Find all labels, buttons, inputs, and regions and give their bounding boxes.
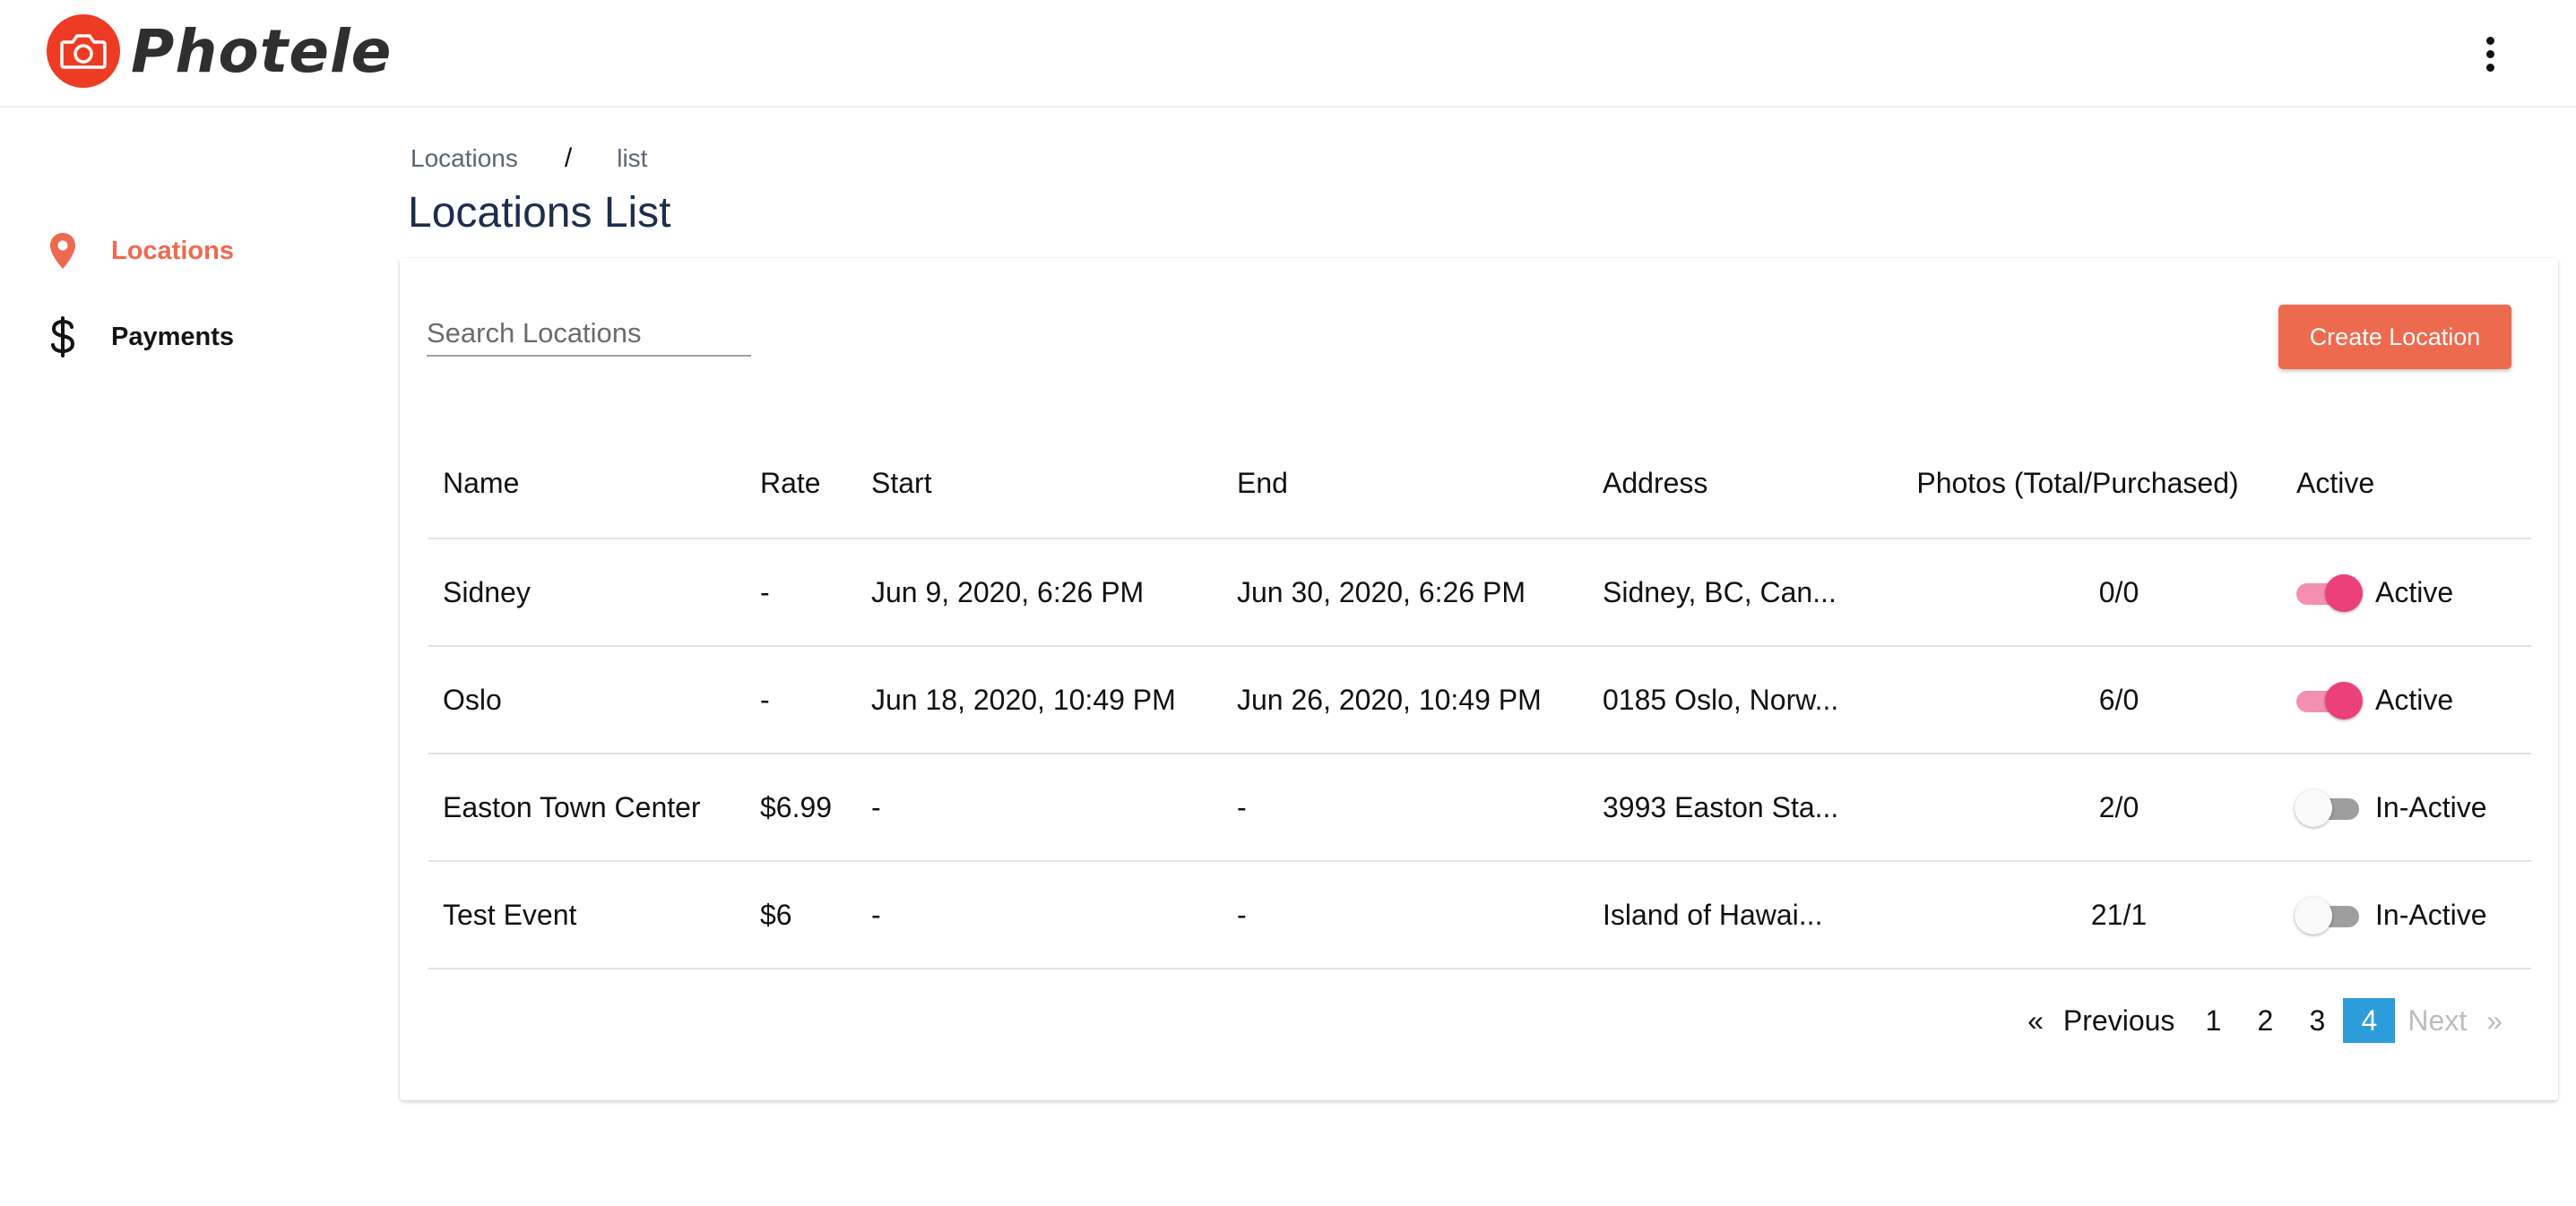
table-row[interactable]: Oslo - Jun 18, 2020, 10:49 PM Jun 26, 20…	[428, 647, 2531, 754]
next-label: Next	[2407, 1004, 2468, 1037]
active-toggle[interactable]	[2295, 789, 2361, 827]
cell-end: Jun 26, 2020, 10:49 PM	[1237, 683, 1542, 716]
more-options-icon[interactable]	[2472, 27, 2508, 81]
page-title: Locations List	[408, 189, 671, 237]
active-status-label: Active	[2375, 683, 2454, 716]
active-status-label: In-Active	[2375, 790, 2487, 823]
cell-rate: -	[760, 683, 770, 716]
double-chevron-right-icon: »	[2486, 1004, 2503, 1037]
cell-active: Active	[2296, 539, 2453, 645]
sidebar-item-payments[interactable]: Payments	[45, 315, 234, 358]
active-toggle[interactable]	[2296, 574, 2363, 612]
page-button-1[interactable]: 1	[2187, 998, 2239, 1043]
search-field	[427, 312, 751, 357]
cell-photos: 21/1	[2090, 898, 2148, 931]
locations-card: Create Location Name Rate Start End Addr…	[400, 258, 2558, 1100]
page-button-2[interactable]: 2	[2239, 998, 2291, 1043]
app-logo[interactable]: Photele	[47, 14, 392, 88]
table-row[interactable]: Easton Town Center $6.99 - - 3993 Easton…	[428, 754, 2531, 862]
column-header-photos[interactable]: Photos (Total/Purchased)	[1893, 428, 2262, 538]
sidebar-item-locations[interactable]: Locations	[45, 229, 234, 272]
page-button-4[interactable]: 4	[2343, 998, 2396, 1043]
double-chevron-left-icon: «	[2027, 1004, 2044, 1037]
cell-name: Easton Town Center	[443, 790, 701, 823]
column-header-end[interactable]: End	[1237, 428, 1288, 538]
cell-photos: 0/0	[2098, 575, 2139, 608]
camera-icon	[47, 14, 120, 88]
next-page-button[interactable]: Next »	[2395, 998, 2515, 1043]
column-header-address[interactable]: Address	[1603, 428, 1707, 538]
cell-end: Jun 30, 2020, 6:26 PM	[1237, 575, 1526, 608]
cell-address: Island of Hawai...	[1603, 898, 1823, 931]
sidebar-item-label: Payments	[111, 322, 235, 351]
active-status-label: Active	[2375, 575, 2454, 608]
search-input[interactable]	[427, 312, 751, 355]
cell-name: Oslo	[443, 683, 502, 716]
cell-rate: $6	[760, 898, 792, 931]
cell-start: -	[871, 790, 881, 823]
breadcrumb: Locations / list	[411, 143, 647, 174]
cell-active: Active	[2296, 647, 2453, 753]
cell-name: Sidney	[443, 575, 531, 608]
table-row[interactable]: Sidney - Jun 9, 2020, 6:26 PM Jun 30, 20…	[428, 539, 2531, 647]
cell-name: Test Event	[443, 898, 577, 931]
cell-photos: 6/0	[2098, 683, 2139, 716]
cell-active: In-Active	[2295, 862, 2487, 968]
cell-end: -	[1237, 790, 1247, 823]
breadcrumb-root-link[interactable]: Locations	[411, 144, 518, 173]
dollar-icon	[45, 315, 81, 358]
previous-page-button[interactable]: « Previous	[2015, 998, 2187, 1043]
cell-start: -	[871, 898, 881, 931]
cell-end: -	[1237, 898, 1247, 931]
cell-rate: $6.99	[760, 790, 833, 823]
active-toggle[interactable]	[2295, 897, 2361, 935]
column-header-start[interactable]: Start	[871, 428, 932, 538]
map-pin-icon	[45, 229, 81, 272]
sidebar-item-label: Locations	[111, 236, 234, 265]
top-bar: Photele	[0, 0, 2576, 108]
page-button-3[interactable]: 3	[2291, 998, 2343, 1043]
column-header-rate[interactable]: Rate	[760, 428, 821, 538]
column-header-name[interactable]: Name	[443, 428, 519, 538]
previous-label: Previous	[2062, 1004, 2175, 1037]
breadcrumb-current: list	[617, 144, 648, 172]
pagination: « Previous 1 2 3 4 Next »	[2015, 998, 2515, 1043]
active-toggle[interactable]	[2296, 682, 2363, 719]
cell-address: 0185 Oslo, Norw...	[1603, 683, 1839, 716]
column-header-active[interactable]: Active	[2296, 428, 2374, 538]
table-row[interactable]: Test Event $6 - - Island of Hawai... 21/…	[428, 862, 2531, 969]
brand-name: Photele	[131, 16, 393, 86]
locations-table: Name Rate Start End Address Photos (Tota…	[428, 428, 2531, 969]
cell-start: Jun 18, 2020, 10:49 PM	[871, 683, 1176, 716]
active-status-label: In-Active	[2375, 898, 2487, 931]
cell-photos: 2/0	[2098, 790, 2139, 823]
breadcrumb-separator: /	[564, 143, 573, 173]
cell-active: In-Active	[2295, 754, 2487, 860]
cell-start: Jun 9, 2020, 6:26 PM	[871, 575, 1145, 608]
create-location-button[interactable]: Create Location	[2278, 305, 2511, 369]
cell-address: Sidney, BC, Can...	[1603, 575, 1837, 608]
cell-rate: -	[760, 575, 770, 608]
cell-address: 3993 Easton Sta...	[1603, 790, 1839, 823]
table-header-row: Name Rate Start End Address Photos (Tota…	[428, 428, 2531, 539]
